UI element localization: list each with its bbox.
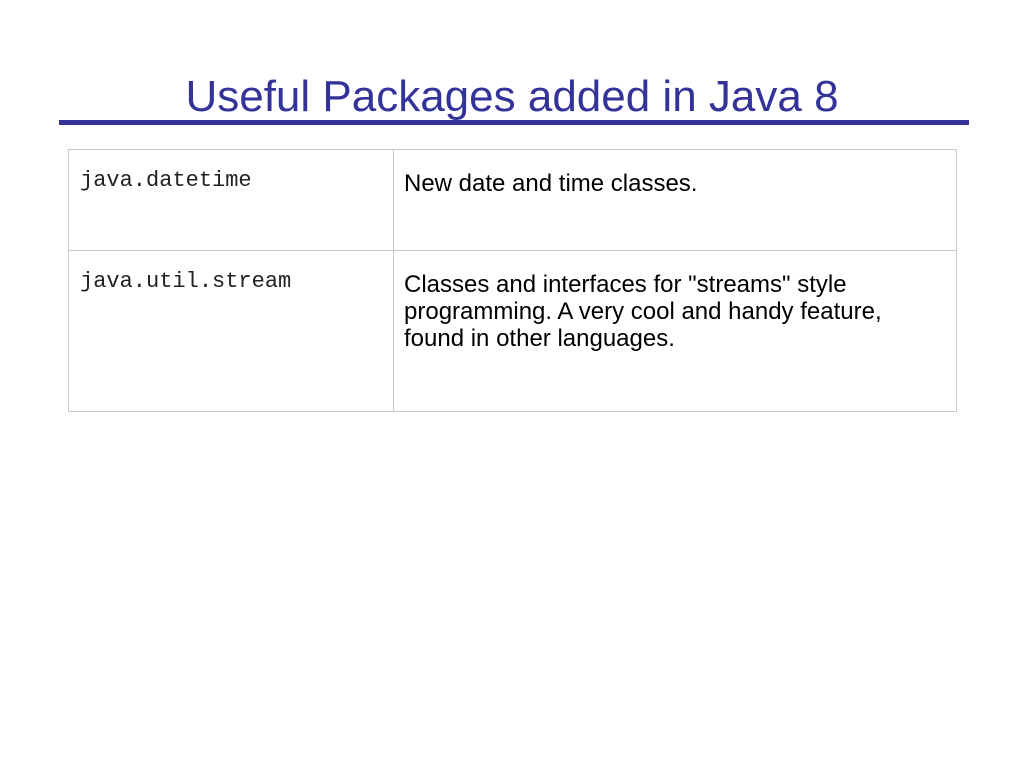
- title-underline: [59, 120, 969, 125]
- package-description-cell: New date and time classes.: [393, 149, 957, 251]
- table-row: java.datetime New date and time classes.: [68, 149, 957, 251]
- package-name-cell: java.datetime: [68, 149, 394, 251]
- package-name: java.datetime: [80, 168, 252, 193]
- table-row: java.util.stream Classes and interfaces …: [68, 250, 957, 412]
- package-description: New date and time classes.: [404, 170, 698, 197]
- package-description-cell: Classes and interfaces for "streams" sty…: [393, 250, 957, 412]
- packages-table: java.datetime New date and time classes.…: [68, 149, 957, 412]
- package-description: Classes and interfaces for "streams" sty…: [404, 271, 882, 352]
- slide-title: Useful Packages added in Java 8: [185, 72, 839, 121]
- package-name: java.util.stream: [80, 269, 292, 294]
- package-name-cell: java.util.stream: [68, 250, 394, 412]
